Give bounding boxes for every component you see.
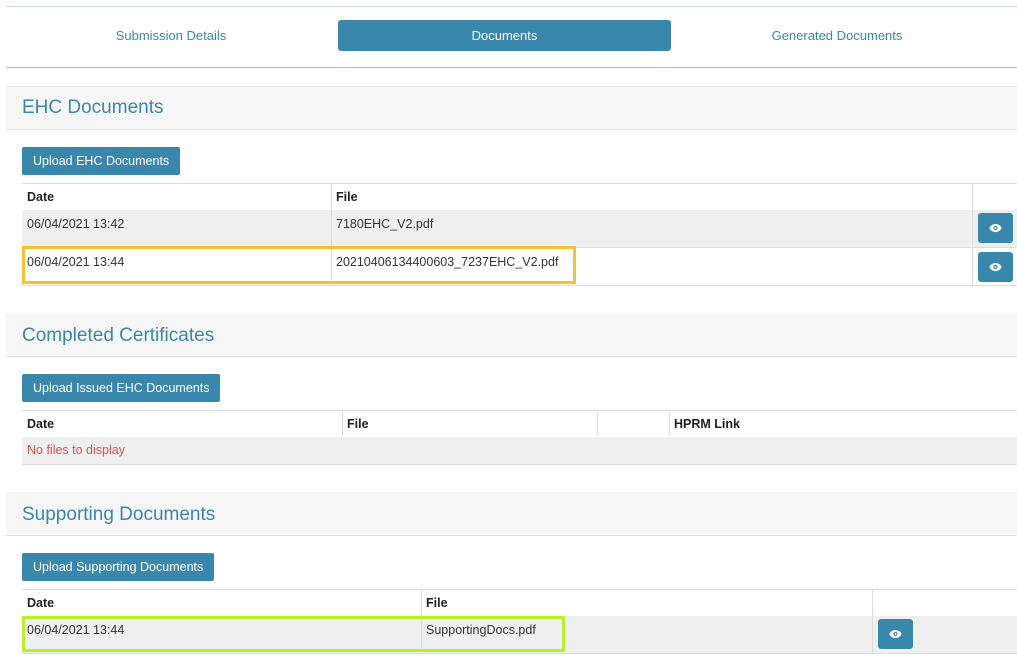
column-divider <box>331 183 332 285</box>
eye-icon <box>889 629 902 639</box>
tab-generated-documents[interactable]: Generated Documents <box>672 20 1002 51</box>
row-file: SupportingDocs.pdf <box>426 623 536 637</box>
completed-col-file: File <box>347 417 369 431</box>
tab-documents[interactable]: Documents <box>338 20 671 51</box>
column-divider <box>342 410 343 436</box>
view-document-button[interactable] <box>978 252 1013 282</box>
supporting-col-date: Date <box>27 596 55 610</box>
column-divider <box>669 410 670 436</box>
view-document-button[interactable] <box>878 619 913 649</box>
supporting-table-header: Date File <box>22 589 1017 617</box>
upload-supporting-button[interactable]: Upload Supporting Documents <box>22 553 215 581</box>
column-divider <box>597 410 598 436</box>
column-divider <box>421 589 422 653</box>
ehc-table: Date File 06/04/2021 13:42 7180EHC_V2.pd… <box>22 183 1017 286</box>
column-divider <box>972 183 973 285</box>
completed-col-hprm: HPRM Link <box>674 417 740 431</box>
row-date: 06/04/2021 13:42 <box>27 217 125 231</box>
completed-table: Date File HPRM Link No files to display <box>22 410 1017 465</box>
tab-submission-details[interactable]: Submission Details <box>6 20 336 51</box>
ehc-table-header: Date File <box>22 183 1017 211</box>
table-row: 06/04/2021 13:42 7180EHC_V2.pdf <box>22 210 1017 248</box>
row-file: 20210406134400603_7237EHC_V2.pdf <box>336 255 559 269</box>
empty-row: No files to display <box>22 437 1017 465</box>
completed-table-header: Date File HPRM Link <box>22 410 1017 438</box>
ehc-col-date: Date <box>27 190 55 204</box>
table-row: 06/04/2021 13:44 SupportingDocs.pdf <box>22 616 1017 654</box>
view-document-button[interactable] <box>978 213 1013 243</box>
upload-issued-ehc-button[interactable]: Upload Issued EHC Documents <box>22 374 221 402</box>
eye-icon <box>989 223 1002 233</box>
ehc-col-file: File <box>336 190 358 204</box>
column-divider <box>872 589 873 653</box>
tab-bar: Submission Details Documents Generated D… <box>6 6 1017 68</box>
completed-col-date: Date <box>27 417 55 431</box>
ehc-section-title: EHC Documents <box>22 97 164 118</box>
row-date: 06/04/2021 13:44 <box>27 255 125 269</box>
supporting-table: Date File 06/04/2021 13:44 SupportingDoc… <box>22 589 1017 654</box>
upload-ehc-button[interactable]: Upload EHC Documents <box>22 147 181 175</box>
supporting-section-title: Supporting Documents <box>22 504 216 525</box>
supporting-col-file: File <box>426 596 448 610</box>
completed-section-title: Completed Certificates <box>22 325 215 346</box>
row-file: 7180EHC_V2.pdf <box>336 217 434 231</box>
eye-icon <box>989 262 1002 272</box>
empty-message: No files to display <box>27 443 125 457</box>
row-date: 06/04/2021 13:44 <box>27 623 125 637</box>
table-row: 06/04/2021 13:44 20210406134400603_7237E… <box>22 248 1017 286</box>
